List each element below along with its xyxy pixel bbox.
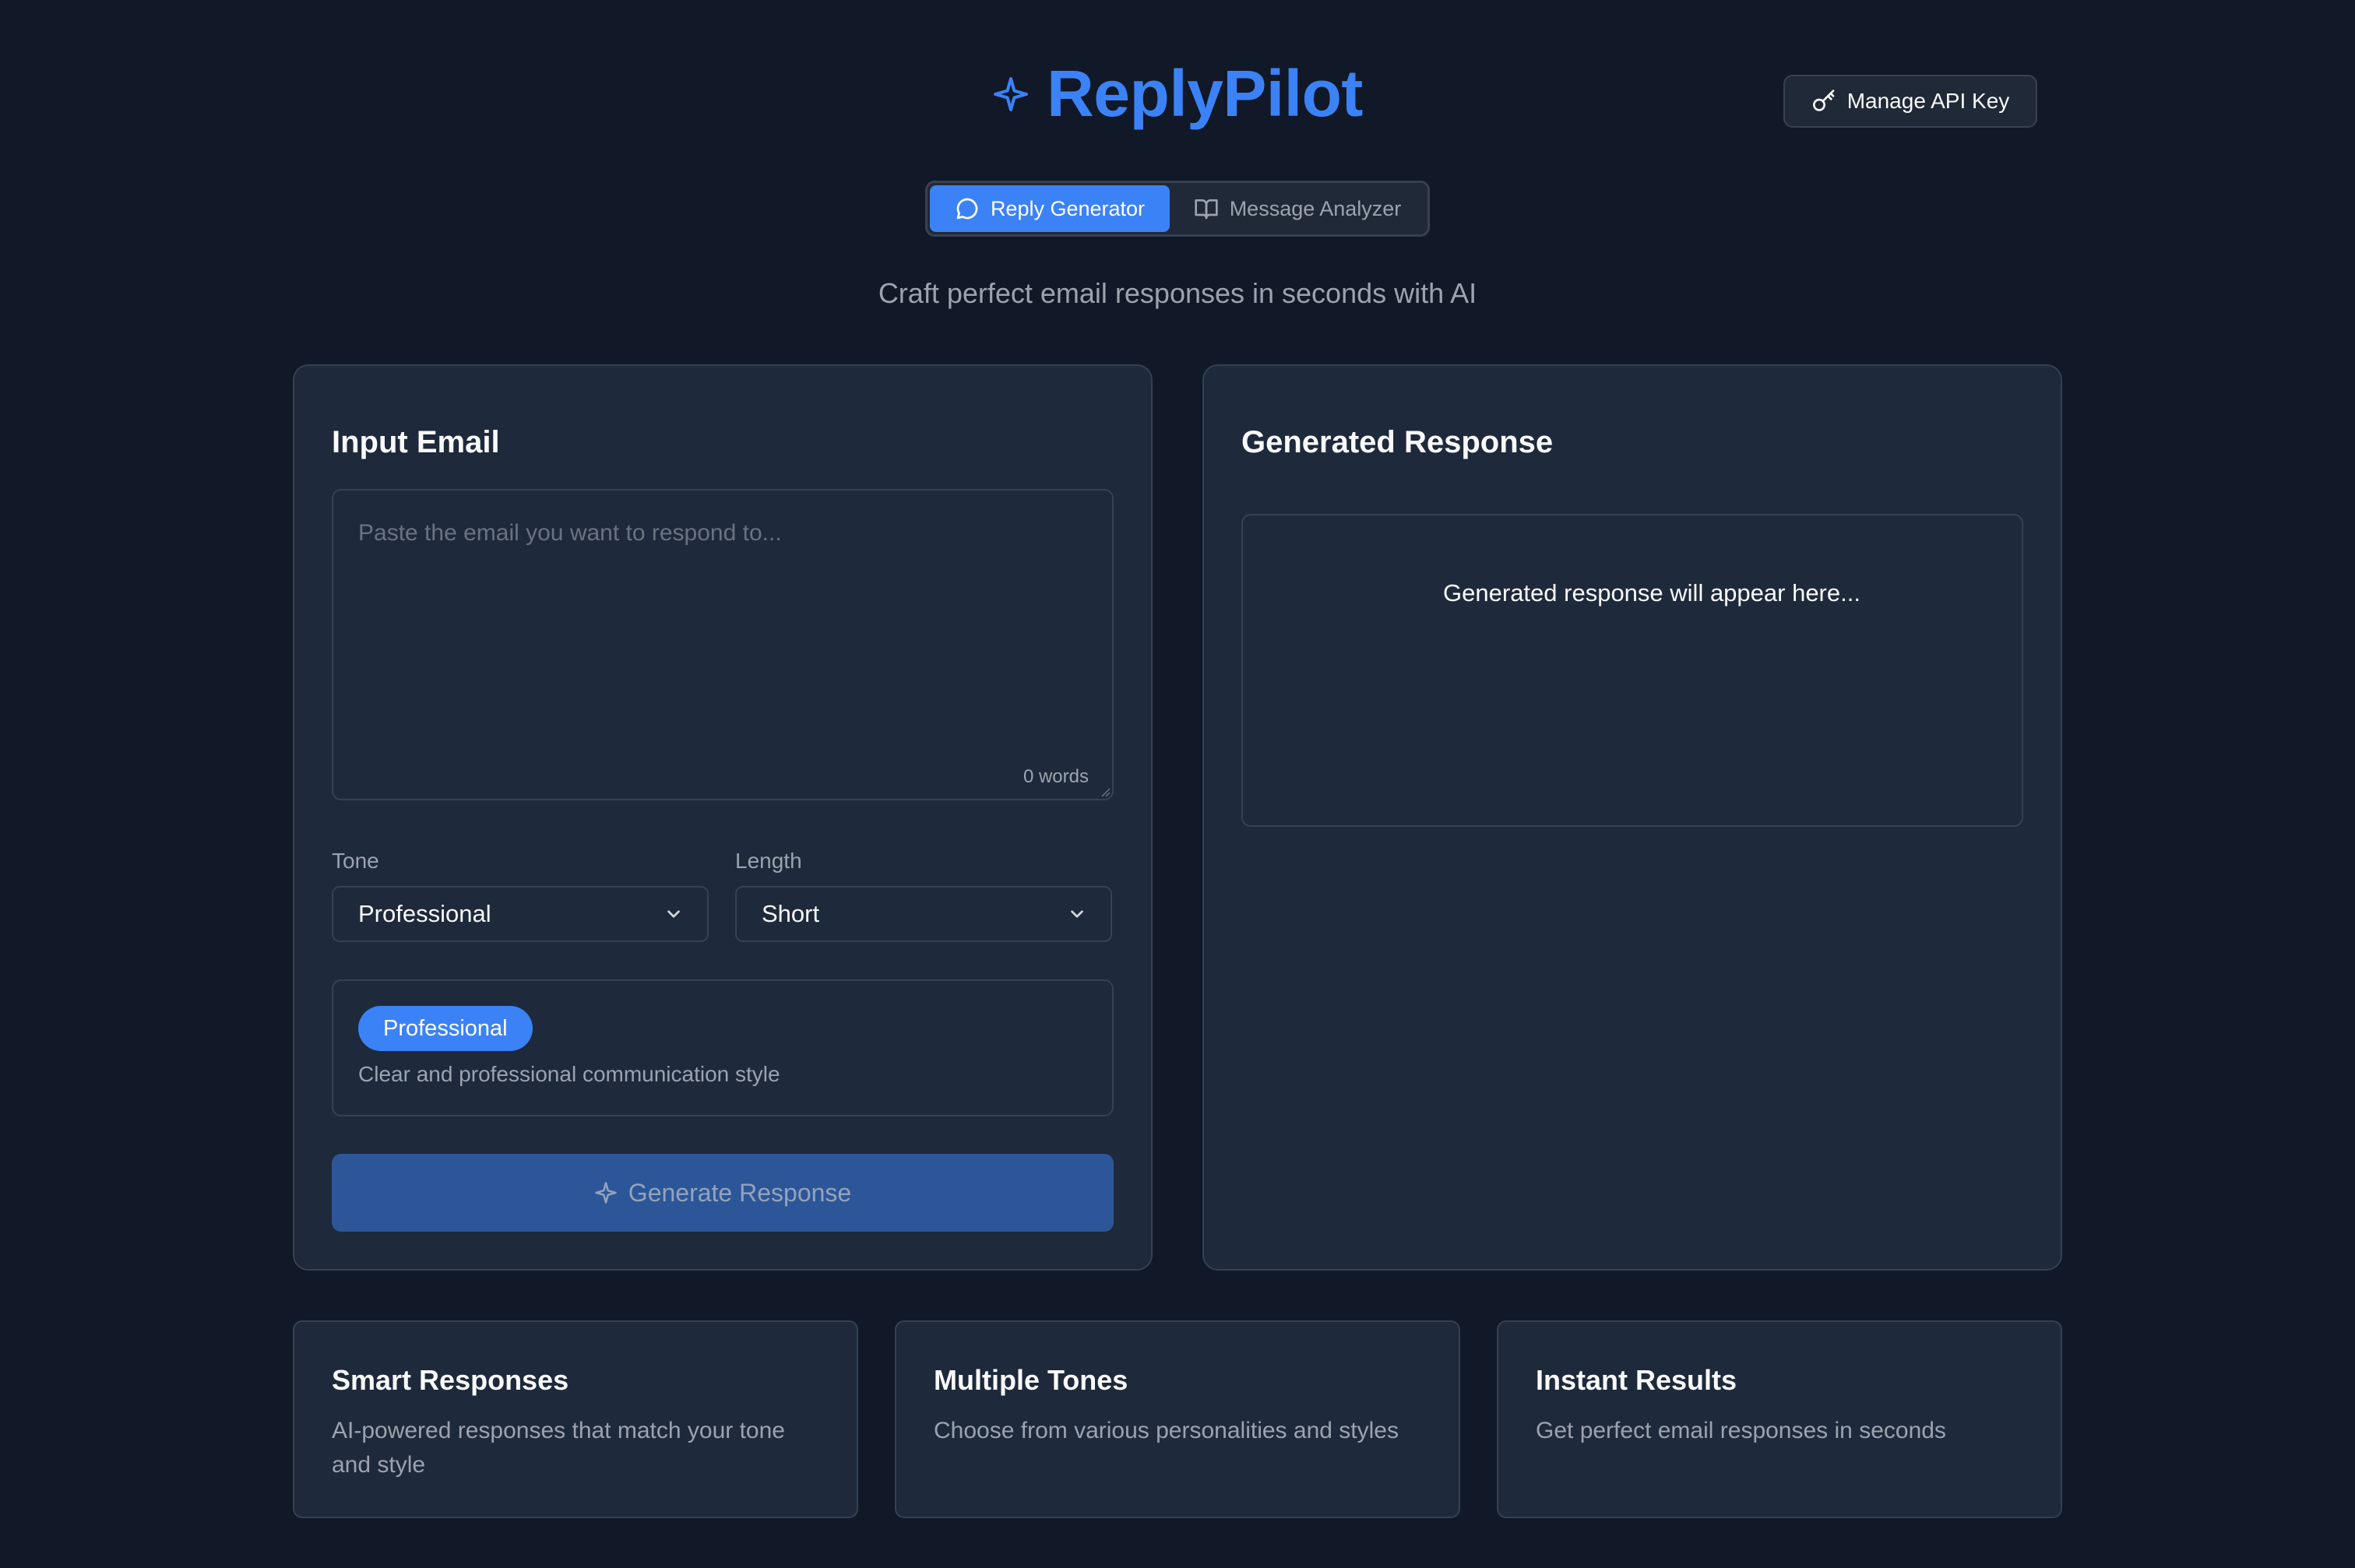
resize-handle[interactable] xyxy=(1100,786,1111,797)
response-placeholder: Generated response will appear here... xyxy=(1443,579,1860,606)
feature-card-multiple-tones: Multiple Tones Choose from various perso… xyxy=(895,1320,1460,1518)
key-icon xyxy=(1811,89,1836,114)
feature-title: Instant Results xyxy=(1536,1364,1737,1396)
word-count: 0 words xyxy=(1023,766,1089,787)
feature-title: Smart Responses xyxy=(332,1364,569,1396)
feature-description: Get perfect email responses in seconds xyxy=(1536,1418,1946,1443)
tone-label: Tone xyxy=(332,849,379,873)
sparkle-icon xyxy=(992,76,1030,113)
chevron-down-icon xyxy=(664,904,684,924)
tab-message-analyzer[interactable]: Message Analyzer xyxy=(1170,185,1425,232)
email-input[interactable] xyxy=(333,490,1112,799)
app-page: ReplyPilot Manage API Key Reply Generato… xyxy=(0,0,2355,1568)
generate-response-label: Generate Response xyxy=(628,1178,852,1207)
tone-description: Clear and professional communication sty… xyxy=(358,1062,780,1086)
feature-description: AI-powered responses that match your ton… xyxy=(332,1418,785,1478)
sparkle-icon xyxy=(594,1181,618,1204)
message-circle-icon xyxy=(955,196,980,221)
length-label: Length xyxy=(735,849,802,873)
tone-select-value: Professional xyxy=(358,900,491,927)
tagline: Craft perfect email responses in seconds… xyxy=(878,277,1477,309)
feature-card-smart-responses: Smart Responses AI-powered responses tha… xyxy=(293,1320,858,1518)
email-input-container: 0 words xyxy=(332,489,1114,800)
app-title: ReplyPilot xyxy=(1047,57,1363,130)
feature-title: Multiple Tones xyxy=(934,1364,1128,1396)
tone-badge: Professional xyxy=(358,1006,533,1051)
feature-description: Choose from various personalities and st… xyxy=(934,1418,1399,1443)
panel-title: Input Email xyxy=(332,425,500,459)
tone-select[interactable]: Professional xyxy=(332,886,709,942)
panel-title: Generated Response xyxy=(1241,425,1554,459)
tab-reply-generator[interactable]: Reply Generator xyxy=(930,185,1170,232)
manage-api-key-button[interactable]: Manage API Key xyxy=(1783,75,2037,128)
tab-label: Reply Generator xyxy=(990,196,1146,220)
tab-label: Message Analyzer xyxy=(1229,196,1402,220)
length-select-value: Short xyxy=(762,900,820,927)
manage-api-key-label: Manage API Key xyxy=(1846,89,2010,113)
mode-tabs: Reply Generator Message Analyzer xyxy=(925,181,1430,237)
generate-response-button[interactable]: Generate Response xyxy=(332,1154,1114,1232)
input-email-panel: Input Email 0 words Tone Professional Le… xyxy=(293,364,1153,1271)
generated-response-panel: Generated Response Generated response wi… xyxy=(1202,364,2062,1271)
length-select[interactable]: Short xyxy=(735,886,1112,942)
chevron-down-icon xyxy=(1067,904,1087,924)
response-output[interactable]: Generated response will appear here... xyxy=(1241,514,2023,827)
tone-preview-card: Professional Clear and professional comm… xyxy=(332,979,1114,1116)
book-open-icon xyxy=(1194,196,1219,221)
feature-card-instant-results: Instant Results Get perfect email respon… xyxy=(1497,1320,2062,1518)
